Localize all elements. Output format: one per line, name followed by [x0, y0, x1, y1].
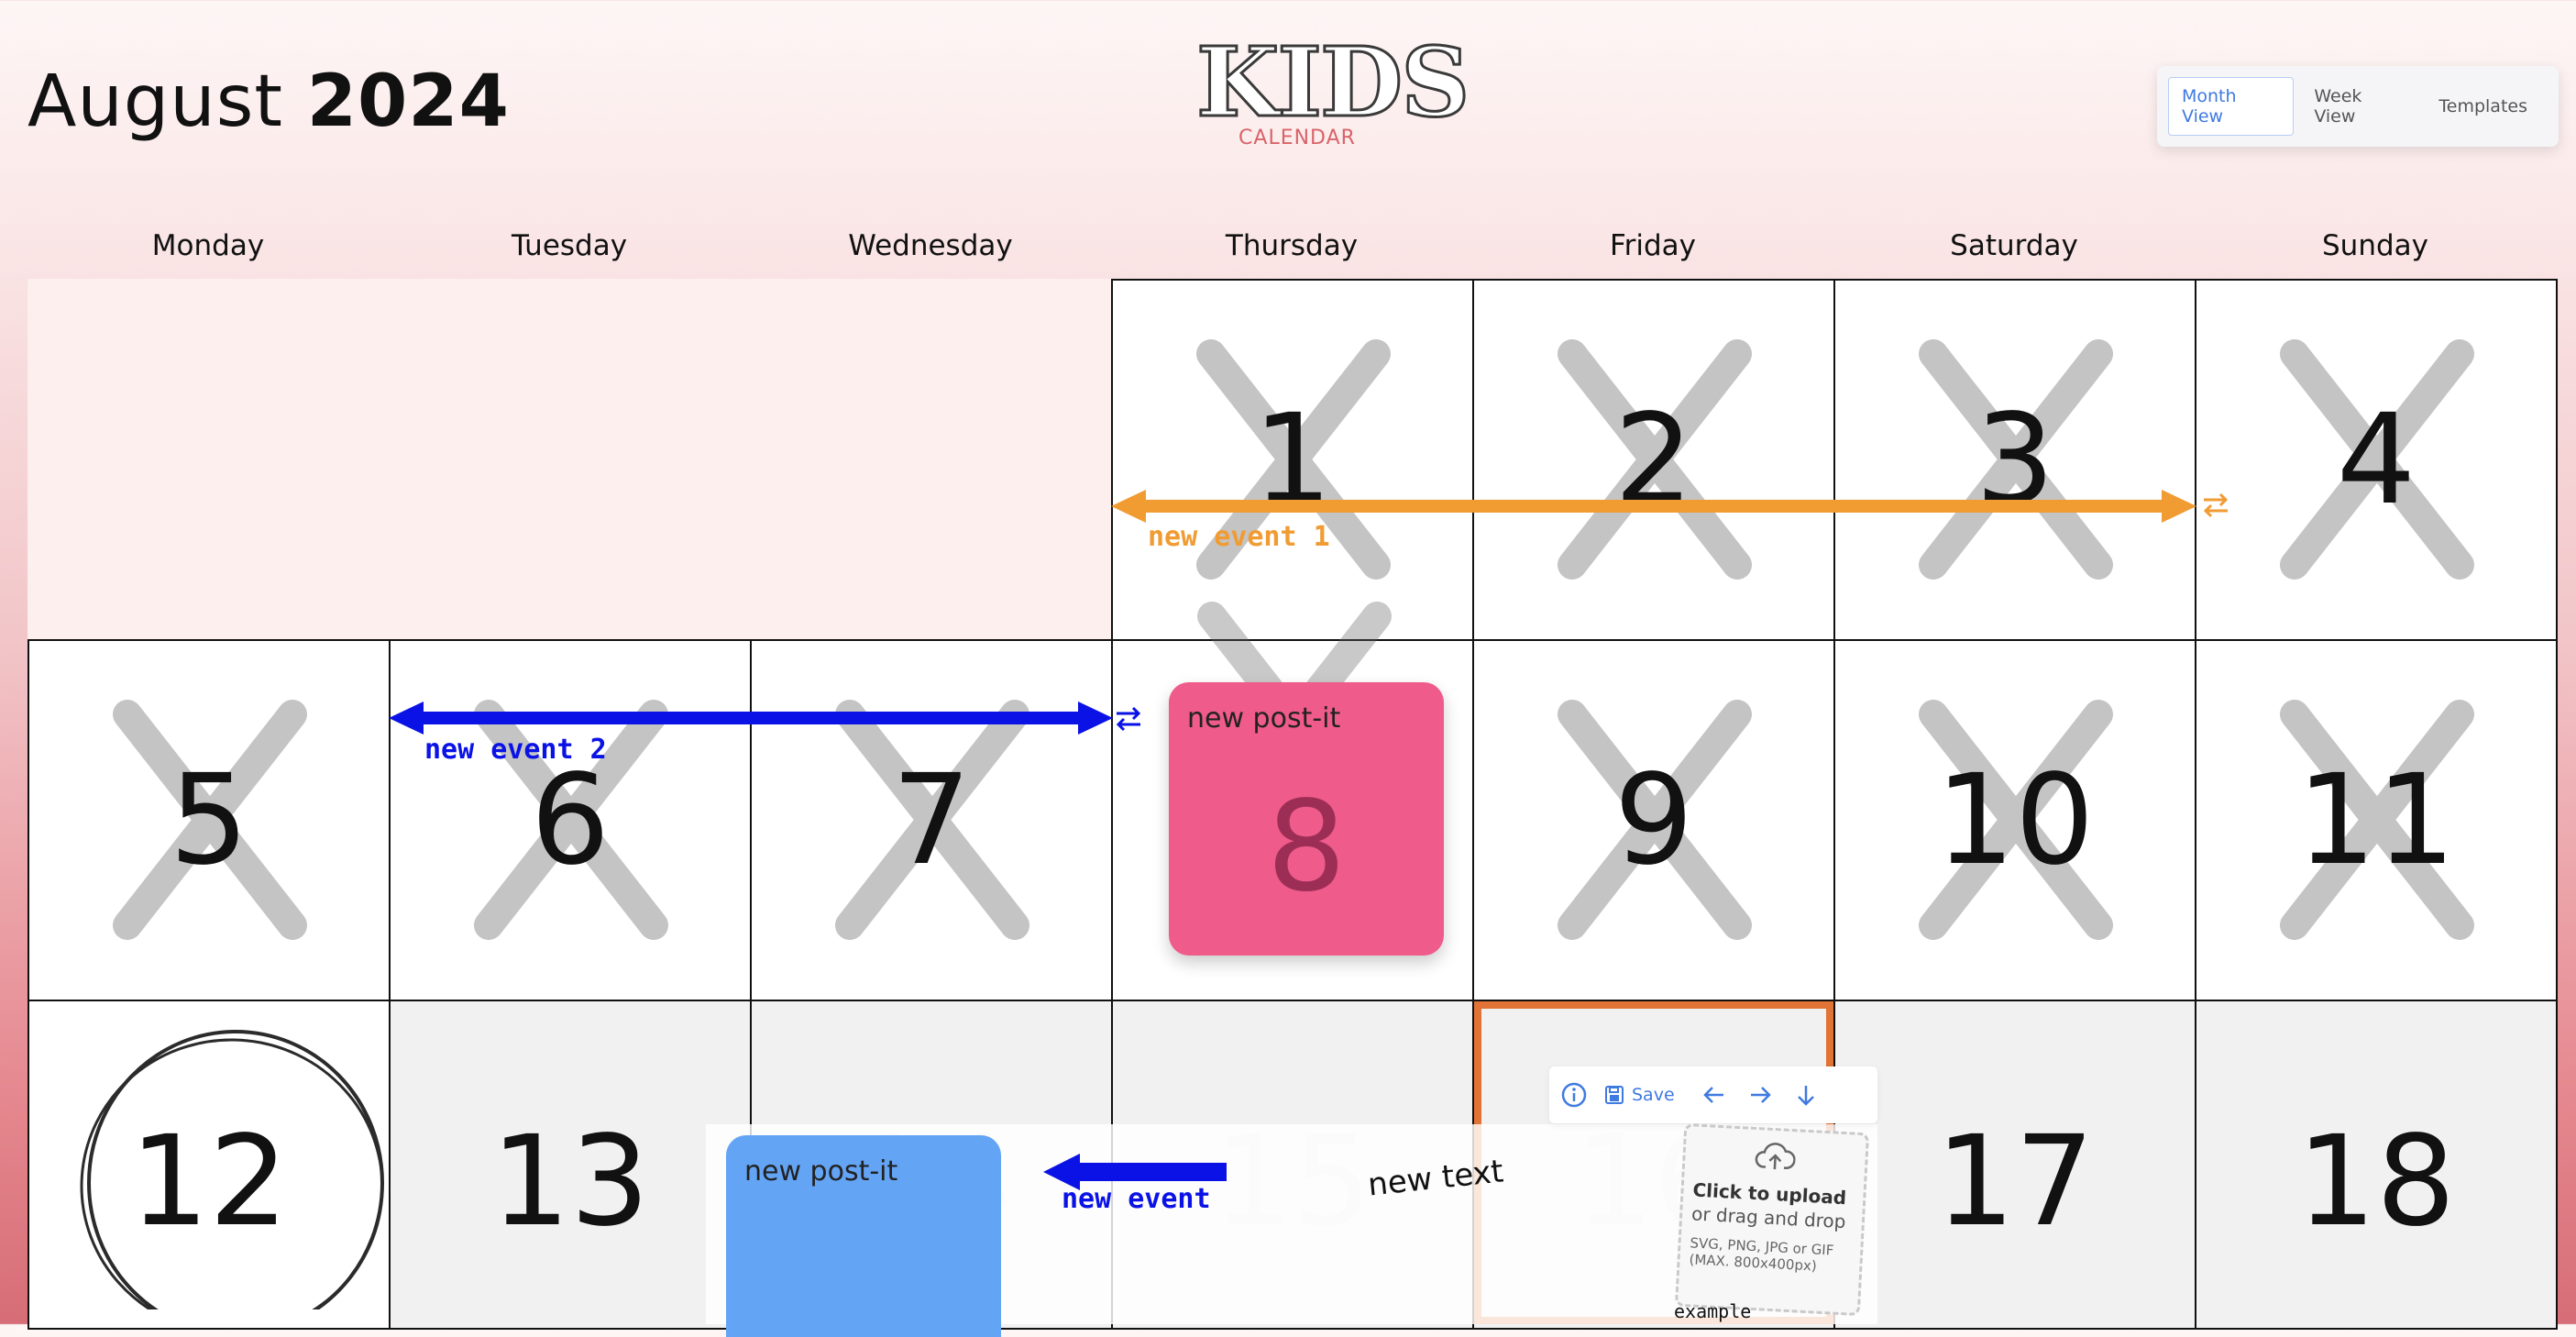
weekday-sunday: Sunday: [2322, 229, 2428, 262]
save-icon: [1605, 1086, 1624, 1104]
month-name: August: [28, 61, 283, 143]
day-cell-12[interactable]: 12: [28, 1000, 391, 1330]
day-cell-18[interactable]: 18: [2195, 1000, 2558, 1330]
upload-instructions: Click to upload or drag and drop: [1691, 1177, 1855, 1233]
day-number: 5: [169, 747, 249, 893]
day-cell-7[interactable]: 7: [750, 639, 1113, 1001]
new-event-label[interactable]: new event: [1062, 1183, 1211, 1215]
kids-calendar-logo: KIDS CALENDAR: [1194, 33, 1470, 165]
image-upload-dropzone[interactable]: Click to upload or drag and drop SVG, PN…: [1674, 1122, 1870, 1317]
day-number: 13: [490, 1110, 650, 1254]
day-number: 10: [1935, 747, 2095, 893]
day-cell-3[interactable]: 3: [1833, 279, 2196, 641]
templates-button[interactable]: Templates: [2426, 88, 2540, 125]
weekday-monday: Monday: [151, 229, 265, 262]
day-number: 11: [2296, 747, 2456, 893]
view-switcher: Month View Week View Templates: [2157, 66, 2559, 147]
day-cell-1[interactable]: 1: [1111, 279, 1474, 641]
empty-leading-days: [28, 279, 1111, 641]
day-cell-5[interactable]: 5: [28, 639, 391, 1001]
day-cell-11[interactable]: 11: [2195, 639, 2558, 1001]
item-toolbar: Save: [1549, 1066, 1877, 1123]
weekday-thursday: Thursday: [1225, 229, 1359, 262]
year: 2024: [306, 61, 510, 143]
day-number-under-post-it: 8: [1266, 775, 1347, 920]
day-number: 7: [891, 747, 972, 893]
day-cell-13[interactable]: 13: [389, 1000, 752, 1330]
month-view-button[interactable]: Month View: [2168, 77, 2295, 136]
day-number: 4: [2336, 387, 2416, 533]
logo-word-text: KIDS: [1194, 26, 1470, 138]
weekday-saturday: Saturday: [1950, 229, 2078, 262]
post-it-note[interactable]: new post-it 8: [1169, 682, 1444, 956]
day-number: 12: [129, 1110, 289, 1254]
post-it-note-blue[interactable]: new post-it: [726, 1135, 1001, 1337]
save-label: Save: [1632, 1085, 1675, 1105]
day-cell-9[interactable]: 9: [1472, 639, 1835, 1001]
day-number: 6: [530, 747, 611, 893]
swap-arrows-icon[interactable]: [1113, 703, 1144, 735]
info-icon[interactable]: [1558, 1079, 1590, 1110]
save-button[interactable]: Save: [1604, 1085, 1675, 1105]
month-title: August 2024: [28, 61, 510, 143]
day-cell-17[interactable]: 17: [1833, 1000, 2196, 1330]
day-cell-10[interactable]: 10: [1833, 639, 2196, 1001]
week-view-button[interactable]: Week View: [2301, 78, 2418, 135]
day-cell-2[interactable]: 2: [1472, 279, 1835, 641]
weekday-friday: Friday: [1610, 229, 1696, 262]
upload-label: example: [1674, 1300, 1752, 1322]
post-it-text: new post-it: [1187, 702, 1341, 735]
arrow-down-icon[interactable]: [1790, 1079, 1822, 1110]
arrow-left-icon[interactable]: [1699, 1079, 1730, 1110]
day-number: 9: [1613, 747, 1694, 893]
weekday-wednesday: Wednesday: [848, 229, 1013, 262]
event-2-label[interactable]: new event 2: [424, 734, 607, 766]
day-number: 17: [1935, 1110, 2095, 1254]
day-number: 18: [2296, 1110, 2456, 1254]
weekday-tuesday: Tuesday: [511, 229, 628, 262]
day-cell-6[interactable]: 6: [389, 639, 752, 1001]
post-it-text: new post-it: [744, 1155, 898, 1188]
upload-formats: SVG, PNG, JPG or GIF (MAX. 800x400px): [1689, 1234, 1834, 1275]
cloud-upload-icon: [1694, 1138, 1857, 1181]
swap-arrows-icon[interactable]: [2200, 490, 2231, 521]
logo-word: KIDS: [1194, 33, 1470, 131]
event-1-label[interactable]: new event 1: [1148, 521, 1330, 553]
arrow-right-icon[interactable]: [1745, 1079, 1776, 1110]
day-cell-4[interactable]: 4: [2195, 279, 2558, 641]
